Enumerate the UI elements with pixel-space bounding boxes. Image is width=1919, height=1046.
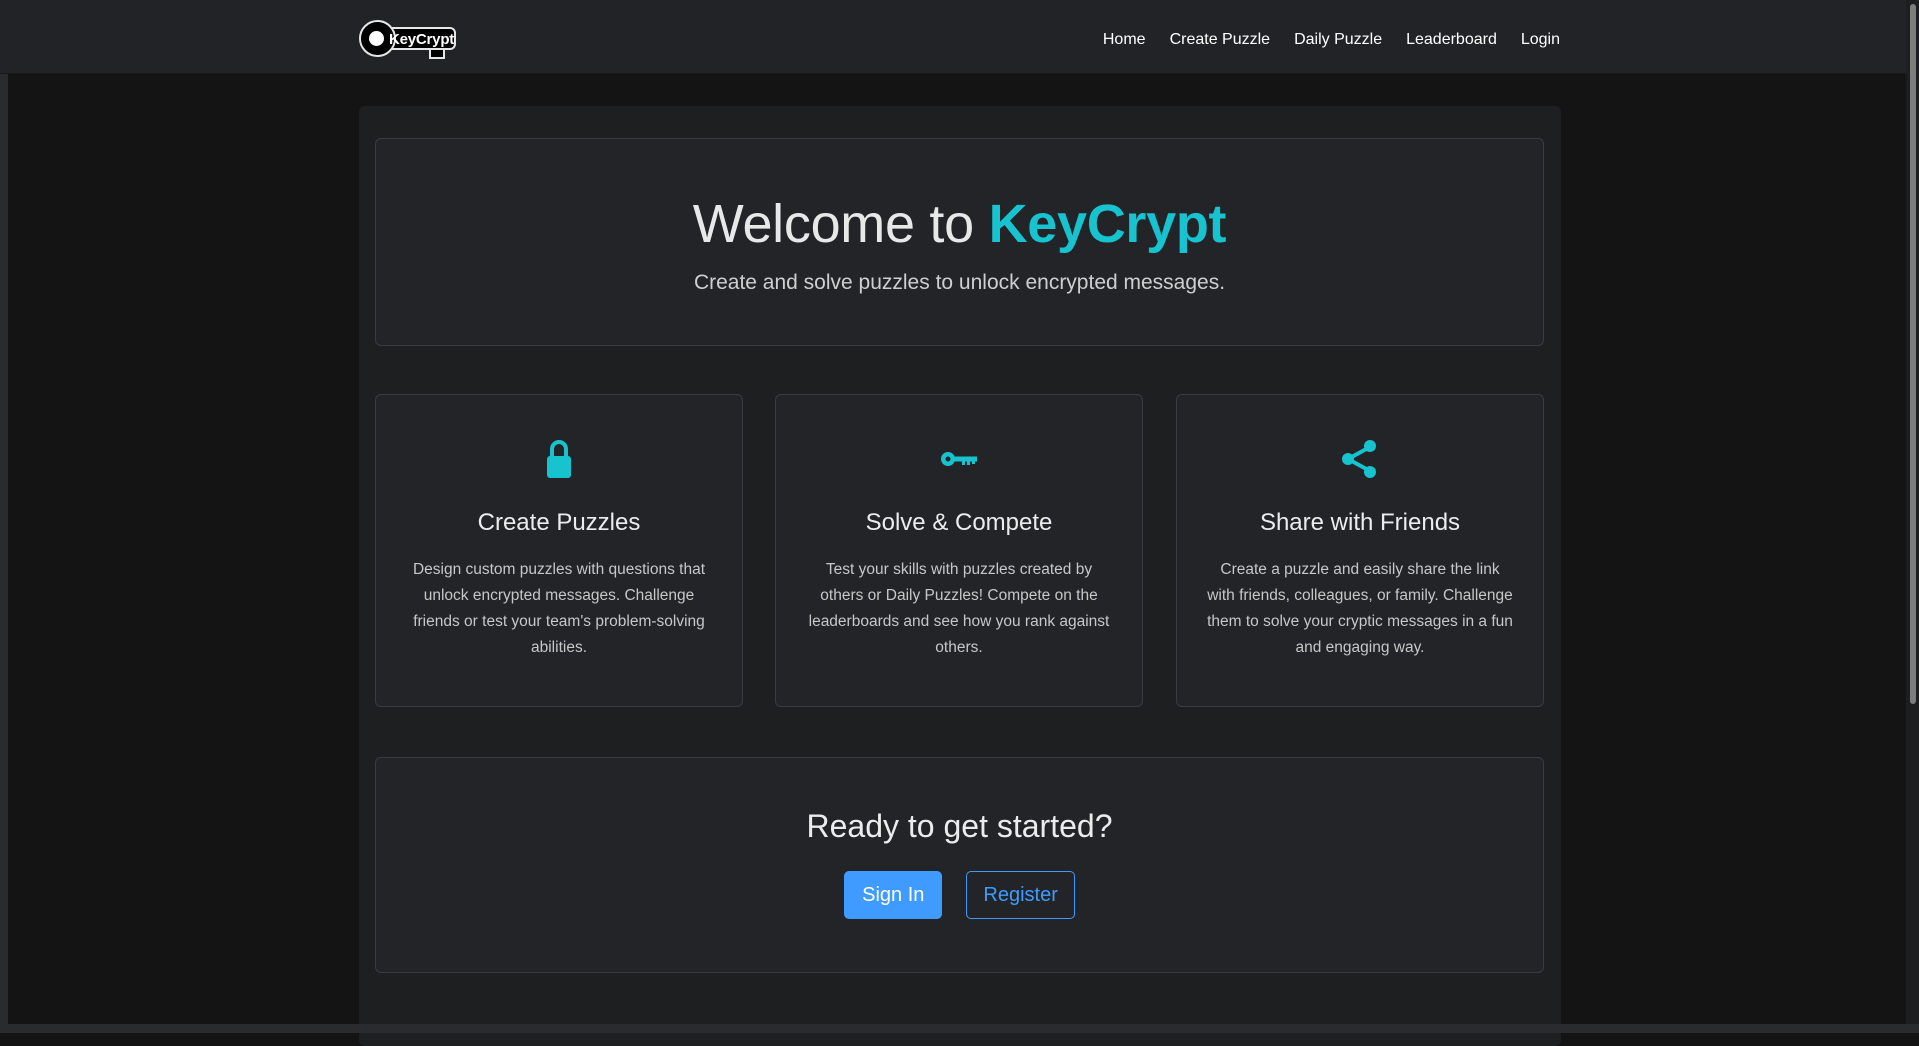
hero-title: Welcome to KeyCrypt <box>376 193 1543 255</box>
feature-title: Create Puzzles <box>477 509 641 536</box>
share-icon <box>1340 437 1380 481</box>
nav-home-link[interactable]: Home <box>1103 31 1146 49</box>
logo-text: KeyCrypt <box>389 31 455 48</box>
feature-card-solve-compete: Solve & Compete Test your skills with pu… <box>775 394 1143 707</box>
main-container: Welcome to KeyCrypt Create and solve puz… <box>359 106 1561 1046</box>
feature-title: Solve & Compete <box>865 509 1053 536</box>
feature-text: Test your skills with puzzles created by… <box>808 561 1110 656</box>
feature-title: Share with Friends <box>1259 509 1461 536</box>
feature-text: Design custom puzzles with questions tha… <box>412 561 706 656</box>
scrollbar-thumb[interactable] <box>1910 4 1916 704</box>
hero-title-brand: KeyCrypt <box>988 194 1227 254</box>
cta-buttons: Sign In Register <box>376 871 1543 919</box>
nav-login-link[interactable]: Login <box>1521 31 1560 49</box>
window-frame-bottom <box>0 1024 1919 1033</box>
nav-links: Home Create Puzzle Daily Puzzle Leaderbo… <box>1103 31 1560 49</box>
nav-create-puzzle-link[interactable]: Create Puzzle <box>1170 31 1271 49</box>
hero-card: Welcome to KeyCrypt Create and solve puz… <box>375 138 1544 346</box>
nav-daily-puzzle-link[interactable]: Daily Puzzle <box>1294 31 1382 49</box>
feature-card-create-puzzles: Create Puzzles Design custom puzzles wit… <box>375 394 743 707</box>
nav-leaderboard-link[interactable]: Leaderboard <box>1406 31 1497 49</box>
page-scrollbar[interactable] <box>1906 0 1919 1024</box>
window-frame-left <box>0 0 8 1033</box>
cta-card: Ready to get started? Sign In Register <box>375 757 1544 973</box>
feature-text: Create a puzzle and easily share the lin… <box>1207 561 1513 656</box>
sign-in-button[interactable]: Sign In <box>844 871 943 919</box>
register-button[interactable]: Register <box>966 871 1075 919</box>
lock-icon <box>539 437 579 481</box>
top-navbar: KeyCrypt Home Create Puzzle Daily Puzzle… <box>0 0 1906 74</box>
keycrypt-logo[interactable]: KeyCrypt <box>359 20 459 59</box>
feature-card-share-friends: Share with Friends Create a puzzle and e… <box>1176 394 1544 707</box>
hero-title-prefix: Welcome to <box>692 194 989 254</box>
key-icon <box>939 437 979 481</box>
hero-subtitle: Create and solve puzzles to unlock encry… <box>693 271 1226 294</box>
cta-title: Ready to get started? <box>806 808 1113 844</box>
